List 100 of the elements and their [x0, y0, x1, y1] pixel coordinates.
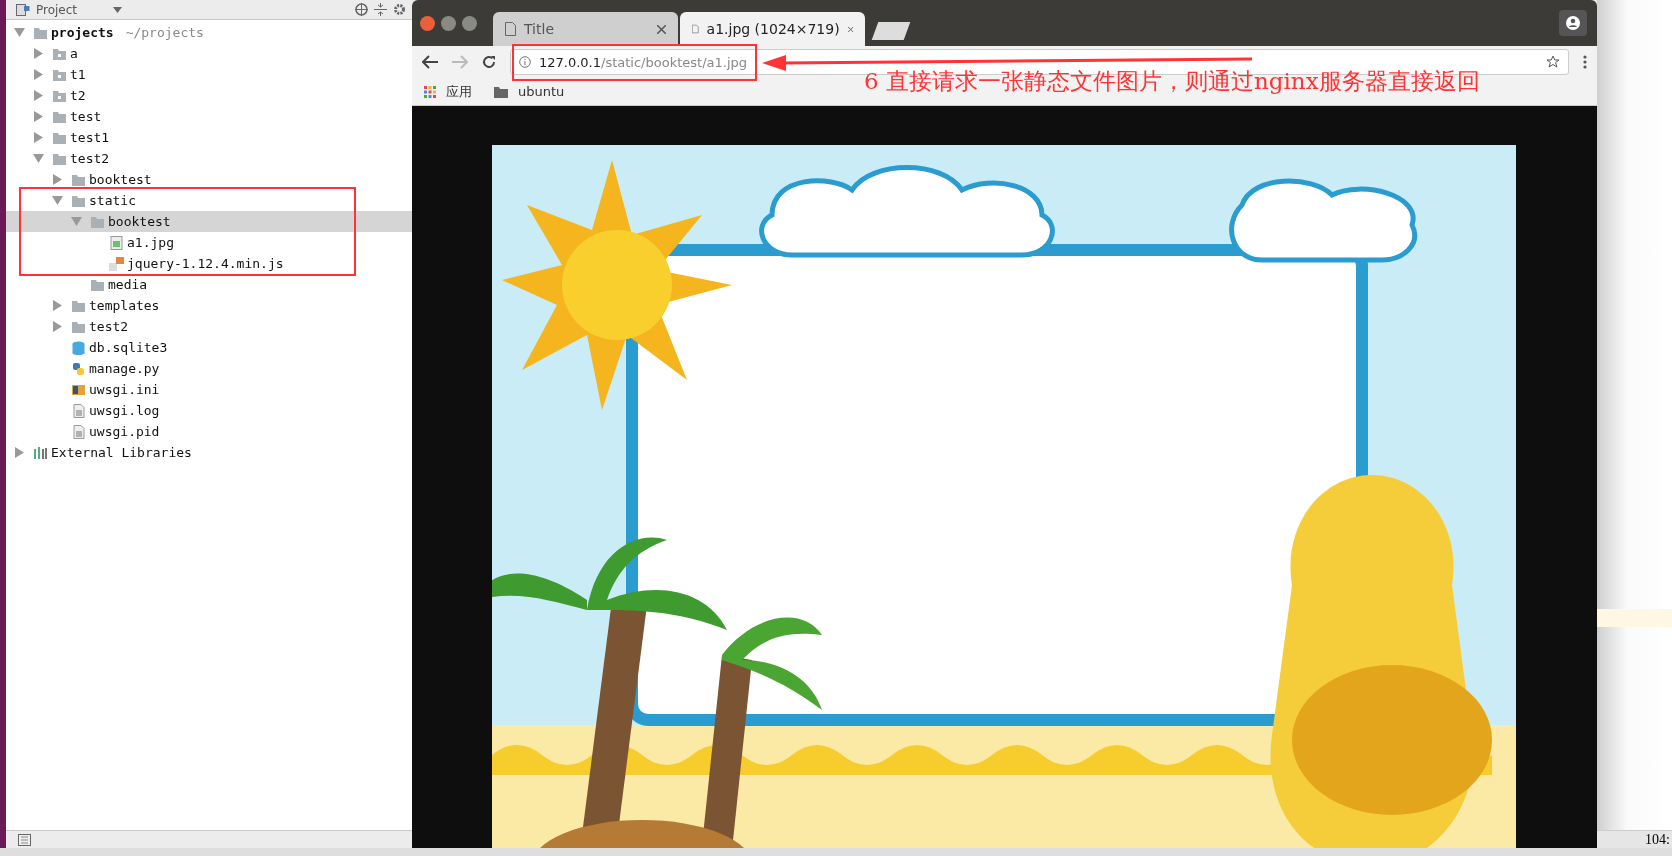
- tree-item[interactable]: uwsgi.pid: [6, 421, 412, 442]
- bookmark-item[interactable]: 应用: [424, 82, 472, 101]
- python-file-icon: [71, 361, 86, 376]
- folder-icon: [71, 172, 86, 187]
- close-tab-icon[interactable]: [847, 24, 853, 34]
- tree-item[interactable]: media: [6, 274, 412, 295]
- tree-item[interactable]: test2: [6, 148, 412, 169]
- minimize-button[interactable]: [441, 15, 456, 31]
- folder-icon: [90, 277, 105, 292]
- text-file-icon: [71, 424, 86, 439]
- file-name: jquery-1.12.4.min.js: [127, 256, 284, 271]
- close-button[interactable]: [420, 15, 435, 31]
- new-tab-button[interactable]: [871, 22, 911, 40]
- folder-icon: [71, 319, 86, 334]
- panel-toggle-icon[interactable]: [18, 833, 31, 846]
- browser-tab[interactable]: Title: [493, 12, 678, 46]
- back-icon[interactable]: [422, 55, 438, 69]
- folder-icon: [71, 193, 86, 208]
- file-name: media: [108, 277, 148, 292]
- collapse-all-icon[interactable]: [374, 3, 387, 16]
- file-name: db.sqlite3: [89, 340, 168, 355]
- close-tab-icon[interactable]: [657, 24, 666, 34]
- person-icon: [1566, 16, 1580, 30]
- file-name: uwsgi.ini: [89, 382, 160, 397]
- file-name: booktest: [108, 214, 171, 229]
- collapse-arrow-icon[interactable]: [33, 153, 44, 164]
- file-name: test: [70, 109, 102, 124]
- bookmark-item[interactable]: ubuntu: [494, 84, 565, 99]
- collapse-arrow-icon[interactable]: [71, 216, 82, 227]
- file-name: test2: [89, 319, 129, 334]
- tree-item[interactable]: t2: [6, 85, 412, 106]
- target-icon[interactable]: [355, 3, 368, 16]
- text-file-icon: [71, 403, 86, 418]
- script-file-icon: [109, 256, 124, 271]
- config-file-icon: [71, 382, 86, 397]
- tree-item[interactable]: test: [6, 106, 412, 127]
- expand-arrow-icon[interactable]: [52, 321, 63, 332]
- file-name: test2: [70, 151, 110, 166]
- expand-arrow-icon[interactable]: [14, 447, 25, 458]
- tree-item[interactable]: a1.jpg: [6, 232, 412, 253]
- tree-item[interactable]: templates: [6, 295, 412, 316]
- tree-item[interactable]: uwsgi.log: [6, 400, 412, 421]
- info-icon: [519, 56, 531, 68]
- reload-icon[interactable]: [482, 55, 496, 69]
- dropdown-caret-icon[interactable]: [113, 6, 123, 13]
- tree-item[interactable]: booktest: [6, 169, 412, 190]
- tree-item[interactable]: External Libraries: [6, 442, 412, 463]
- tree-item[interactable]: test2: [6, 316, 412, 337]
- expand-arrow-icon[interactable]: [33, 69, 44, 80]
- bookmark-star-icon[interactable]: [1546, 55, 1560, 69]
- tree-item[interactable]: t1: [6, 64, 412, 85]
- expand-arrow-icon[interactable]: [33, 48, 44, 59]
- tree-item[interactable]: uwsgi.ini: [6, 379, 412, 400]
- apps-grid-icon: [424, 85, 436, 98]
- expand-arrow-icon[interactable]: [52, 174, 63, 185]
- file-name: projects: [51, 25, 114, 40]
- tree-item[interactable]: static: [6, 190, 412, 211]
- tree-item[interactable]: db.sqlite3: [6, 337, 412, 358]
- file-name: uwsgi.pid: [89, 424, 160, 439]
- tree-item[interactable]: jquery-1.12.4.min.js: [6, 253, 412, 274]
- folder-icon: [494, 85, 508, 98]
- expand-arrow-icon[interactable]: [52, 300, 63, 311]
- cursor-position: 104:: [1597, 830, 1672, 848]
- file-name: manage.py: [89, 361, 160, 376]
- file-name: test1: [70, 130, 110, 145]
- file-name: t1: [70, 67, 86, 82]
- panel-title: Project: [36, 2, 78, 17]
- browser-tab[interactable]: a1.jpg (1024×719): [680, 12, 865, 46]
- package-folder-icon: [52, 88, 67, 103]
- file-name: External Libraries: [51, 445, 192, 460]
- tree-item[interactable]: a: [6, 43, 412, 64]
- package-folder-icon: [52, 67, 67, 82]
- expand-arrow-icon[interactable]: [33, 90, 44, 101]
- tree-item[interactable]: manage.py: [6, 358, 412, 379]
- file-name: a1.jpg: [127, 235, 174, 250]
- folder-icon: [71, 298, 86, 313]
- tree-item[interactable]: test1: [6, 127, 412, 148]
- folder-icon: [52, 109, 67, 124]
- expand-arrow-icon[interactable]: [33, 132, 44, 143]
- file-name: t2: [70, 88, 86, 103]
- collapse-arrow-icon[interactable]: [52, 195, 63, 206]
- profile-button[interactable]: [1559, 10, 1587, 36]
- file-name: booktest: [89, 172, 152, 187]
- file-name: static: [89, 193, 136, 208]
- tree-item[interactable]: projects ~/projects: [6, 22, 412, 43]
- package-folder-icon: [52, 46, 67, 61]
- page-icon: [692, 22, 699, 36]
- database-icon: [71, 340, 86, 355]
- tree-item[interactable]: booktest: [6, 211, 412, 232]
- menu-icon[interactable]: [1583, 55, 1587, 69]
- folder-icon: [33, 25, 48, 40]
- settings-icon[interactable]: [393, 3, 406, 16]
- folder-icon: [52, 130, 67, 145]
- file-name: a: [70, 46, 78, 61]
- path-hint: ~/projects: [125, 25, 204, 40]
- file-name: uwsgi.log: [89, 403, 160, 418]
- collapse-arrow-icon[interactable]: [14, 27, 25, 38]
- expand-arrow-icon[interactable]: [33, 111, 44, 122]
- library-icon: [33, 445, 48, 460]
- maximize-button[interactable]: [462, 15, 477, 31]
